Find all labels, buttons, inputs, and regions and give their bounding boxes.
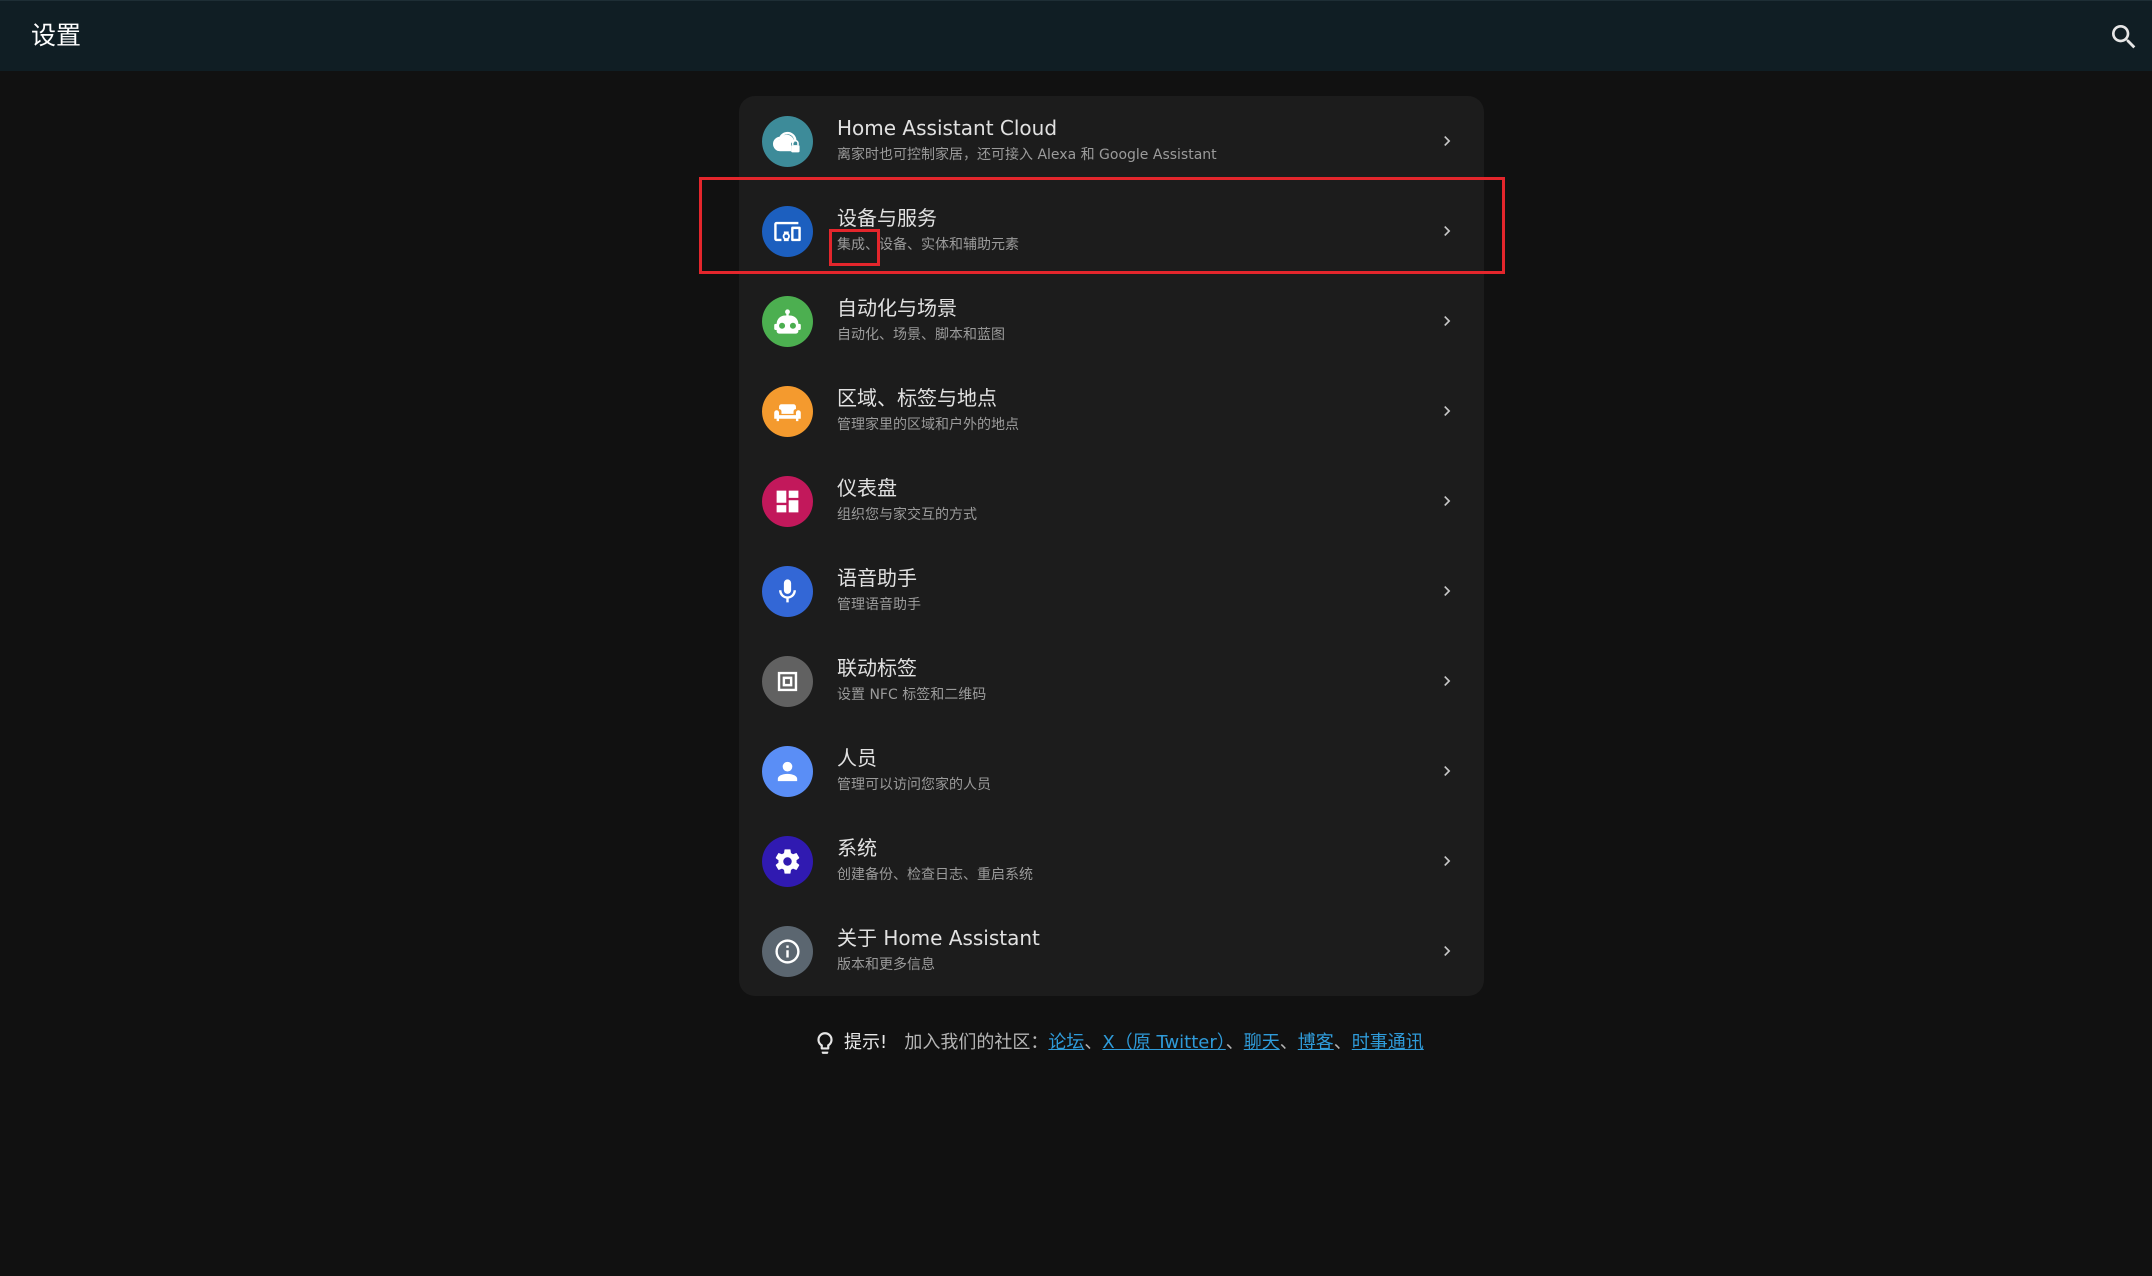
- cloud-lock-icon: [762, 116, 813, 167]
- menu-item-description: 设置 NFC 标签和二维码: [837, 687, 987, 703]
- menu-item-description: 版本和更多信息: [837, 957, 935, 973]
- menu-item-description: 管理语音助手: [837, 597, 921, 613]
- menu-item-description: 组织您与家交互的方式: [837, 507, 977, 523]
- chevron-right-icon: [1444, 766, 1451, 776]
- chevron-right-icon: [1444, 676, 1451, 686]
- tip-text: 加入我们的社区：: [904, 1032, 1049, 1053]
- tip-prefix: 提示!: [844, 1032, 888, 1053]
- menu-item-label: 语音助手: [837, 566, 917, 590]
- chevron-right-icon: [1444, 406, 1451, 416]
- link-blog[interactable]: 博客: [1298, 1032, 1334, 1053]
- menu-item-about[interactable]: 关于 Home Assistant 版本和更多信息: [739, 906, 1484, 996]
- menu-item-dashboards[interactable]: 仪表盘 组织您与家交互的方式: [739, 456, 1484, 546]
- menu-item-cloud[interactable]: Home Assistant Cloud 离家时也可控制家居，还可接入 Alex…: [739, 96, 1484, 186]
- microphone-icon: [762, 566, 813, 617]
- menu-item-label: Home Assistant Cloud: [837, 116, 1058, 140]
- lightbulb-icon: [817, 1032, 833, 1054]
- robot-icon: [762, 296, 813, 347]
- chevron-right-icon: [1444, 586, 1451, 596]
- menu-item-devices[interactable]: 设备与服务 集成、设备、实体和辅助元素: [739, 186, 1484, 276]
- menu-item-description: 创建备份、检查日志、重启系统: [837, 867, 1033, 883]
- nfc-icon: [762, 656, 813, 707]
- menu-item-label: 仪表盘: [837, 476, 897, 500]
- chevron-right-icon: [1444, 496, 1451, 506]
- settings-menu-card: Home Assistant Cloud 离家时也可控制家居，还可接入 Alex…: [739, 96, 1484, 996]
- menu-item-description: 离家时也可控制家居，还可接入 Alexa 和 Google Assistant: [837, 147, 1217, 163]
- menu-item-description: 管理可以访问您家的人员: [837, 777, 991, 793]
- menu-item-description: 集成、设备、实体和辅助元素: [837, 237, 1019, 253]
- top-app-bar: 设置: [0, 0, 2152, 71]
- menu-item-tags[interactable]: 联动标签 设置 NFC 标签和二维码: [739, 636, 1484, 726]
- menu-item-areas[interactable]: 区域、标签与地点 管理家里的区域和户外的地点: [739, 366, 1484, 456]
- menu-item-voice[interactable]: 语音助手 管理语音助手: [739, 546, 1484, 636]
- info-icon: [762, 926, 813, 977]
- menu-item-automation[interactable]: 自动化与场景 自动化、场景、脚本和蓝图: [739, 276, 1484, 366]
- devices-icon: [762, 206, 813, 257]
- chevron-right-icon: [1444, 946, 1451, 956]
- dashboard-icon: [762, 476, 813, 527]
- menu-item-description: 管理家里的区域和户外的地点: [837, 417, 1019, 433]
- menu-item-label: 系统: [837, 836, 877, 860]
- gear-icon: [762, 836, 813, 887]
- link-chat[interactable]: 聊天: [1244, 1032, 1280, 1053]
- tip-separator: 、: [1333, 1032, 1352, 1053]
- menu-item-label: 人员: [837, 746, 877, 770]
- link-forum[interactable]: 论坛: [1048, 1032, 1084, 1053]
- menu-item-description: 自动化、场景、脚本和蓝图: [837, 327, 1005, 343]
- menu-item-people[interactable]: 人员 管理可以访问您家的人员: [739, 726, 1484, 816]
- chevron-right-icon: [1444, 136, 1451, 146]
- person-icon: [762, 746, 813, 797]
- chevron-right-icon: [1444, 316, 1451, 326]
- menu-item-label: 关于 Home Assistant: [837, 926, 1040, 950]
- chevron-right-icon: [1444, 856, 1451, 866]
- chevron-right-icon: [1444, 226, 1451, 236]
- link-newsletter[interactable]: 时事通讯: [1352, 1032, 1424, 1053]
- menu-item-label: 设备与服务: [837, 206, 937, 230]
- search-icon[interactable]: [2108, 21, 2140, 53]
- menu-item-label: 区域、标签与地点: [837, 386, 997, 410]
- menu-item-label: 自动化与场景: [837, 296, 957, 320]
- tip-separator: 、: [1084, 1032, 1103, 1053]
- link-twitter[interactable]: X（原 Twitter）: [1102, 1032, 1225, 1053]
- tip-separator: 、: [1225, 1032, 1244, 1053]
- page-title: 设置: [31, 21, 82, 50]
- sofa-icon: [762, 386, 813, 437]
- menu-item-system[interactable]: 系统 创建备份、检查日志、重启系统: [739, 816, 1484, 906]
- menu-item-label: 联动标签: [837, 656, 917, 680]
- tip-separator: 、: [1279, 1032, 1298, 1053]
